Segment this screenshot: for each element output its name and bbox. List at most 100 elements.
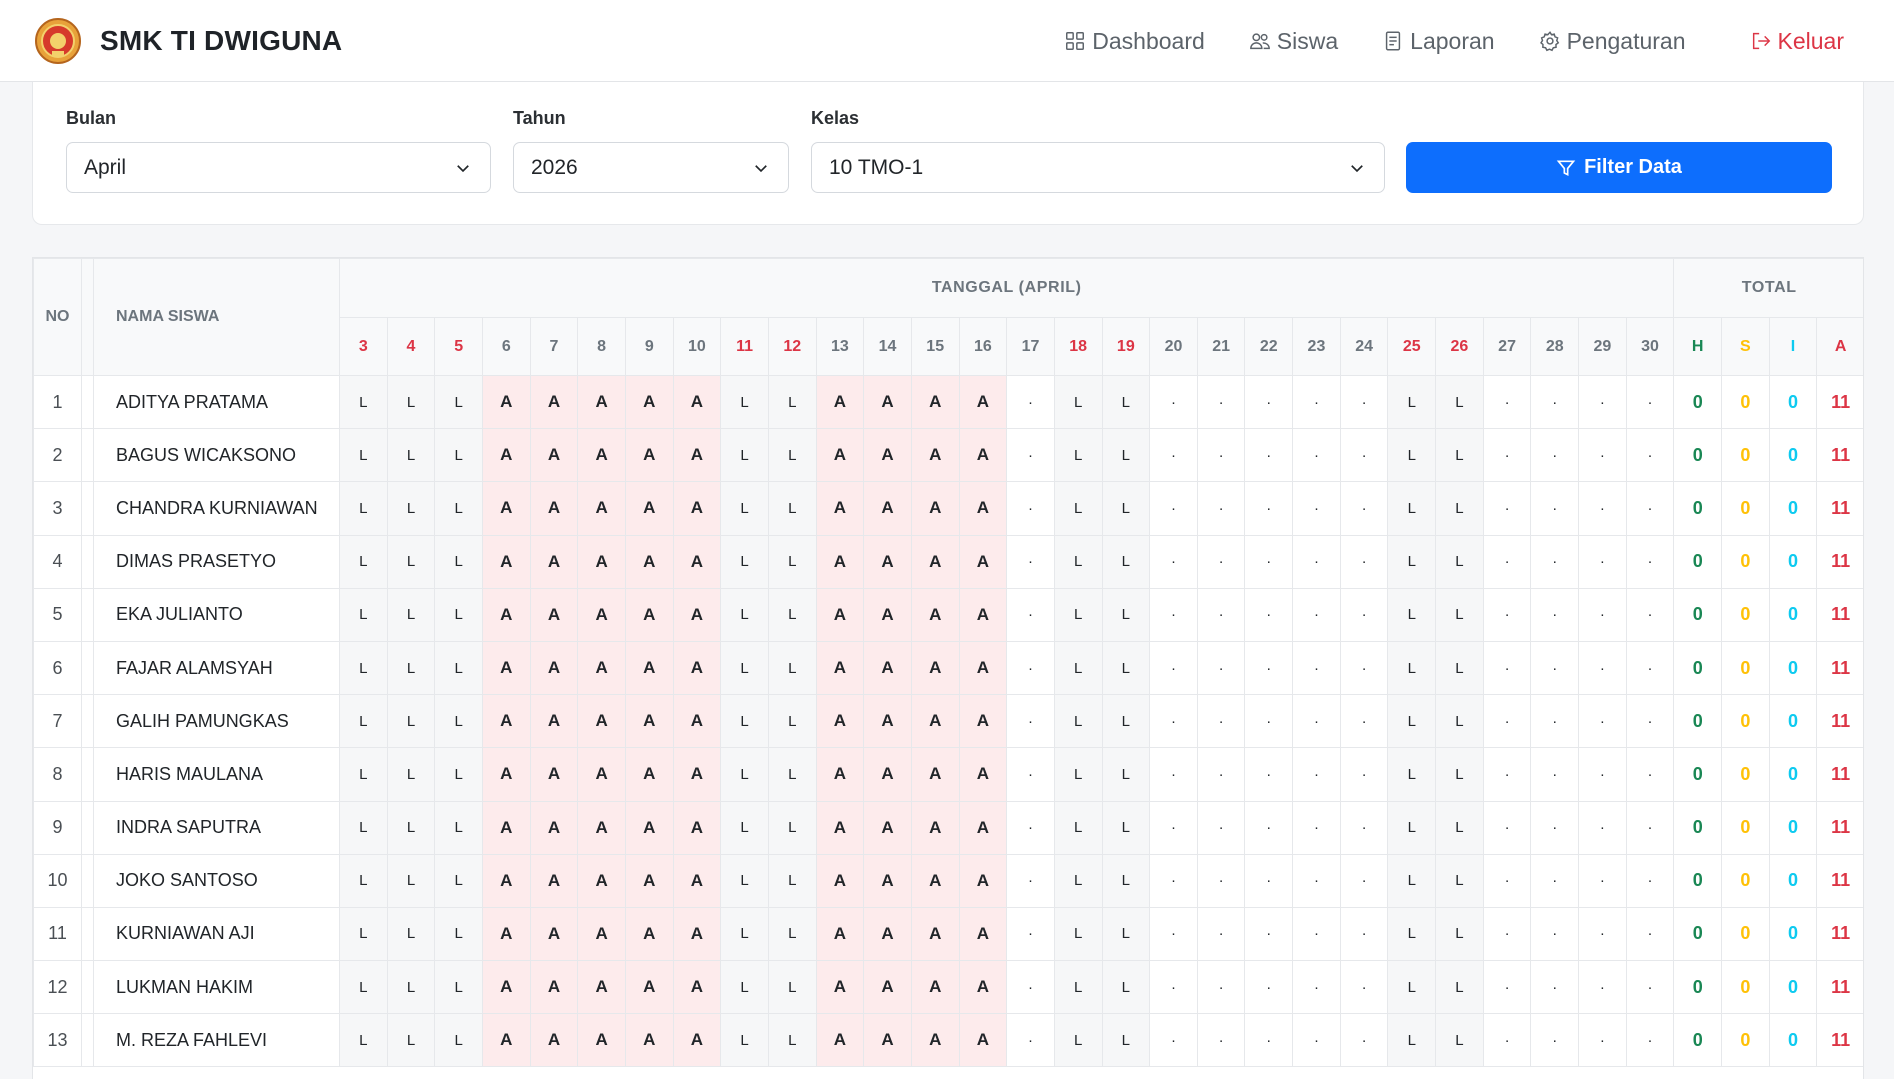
attendance-cell[interactable]: L	[1387, 481, 1437, 536]
attendance-cell[interactable]: L	[1053, 747, 1103, 802]
attendance-cell[interactable]: L	[720, 800, 769, 855]
attendance-cell[interactable]: L	[720, 481, 769, 536]
attendance-cell[interactable]: ·	[1578, 747, 1627, 802]
attendance-cell[interactable]: L	[1101, 694, 1151, 749]
attendance-cell[interactable]: L	[720, 960, 769, 1015]
attendance-cell[interactable]: A	[958, 481, 1008, 536]
attendance-cell[interactable]: A	[863, 800, 912, 855]
attendance-cell[interactable]: A	[672, 374, 722, 430]
attendance-cell[interactable]: L	[1053, 800, 1103, 855]
attendance-cell[interactable]: ·	[1625, 906, 1675, 962]
attendance-cell[interactable]: L	[1053, 428, 1103, 483]
attendance-cell[interactable]: A	[958, 747, 1008, 802]
attendance-cell[interactable]: ·	[1339, 374, 1389, 430]
attendance-cell[interactable]: ·	[1578, 800, 1627, 855]
attendance-cell[interactable]: ·	[1339, 534, 1389, 589]
attendance-cell[interactable]: L	[1101, 747, 1151, 802]
attendance-cell[interactable]: A	[672, 481, 722, 536]
attendance-cell[interactable]: L	[720, 747, 769, 802]
attendance-cell[interactable]: A	[863, 640, 912, 696]
attendance-cell[interactable]: L	[434, 428, 483, 483]
nav-laporan[interactable]: Laporan	[1382, 28, 1495, 55]
attendance-cell[interactable]: A	[481, 960, 531, 1015]
attendance-cell[interactable]: ·	[1006, 640, 1055, 696]
attendance-cell[interactable]: A	[958, 374, 1008, 430]
attendance-cell[interactable]: L	[339, 800, 388, 855]
attendance-cell[interactable]: L	[386, 906, 436, 962]
attendance-cell[interactable]: L	[386, 640, 436, 696]
attendance-cell[interactable]: L	[1053, 1013, 1103, 1068]
attendance-cell[interactable]: A	[624, 374, 674, 430]
attendance-cell[interactable]: ·	[1625, 1013, 1675, 1068]
attendance-cell[interactable]: L	[434, 906, 483, 962]
attendance-cell[interactable]: L	[1053, 534, 1103, 589]
attendance-cell[interactable]: A	[863, 428, 912, 483]
attendance-cell[interactable]: A	[577, 853, 626, 908]
attendance-cell[interactable]: A	[815, 800, 865, 855]
attendance-cell[interactable]: L	[720, 428, 769, 483]
attendance-cell[interactable]: ·	[1339, 587, 1389, 642]
attendance-cell[interactable]: A	[815, 640, 865, 696]
attendance-cell[interactable]: L	[434, 640, 483, 696]
attendance-cell[interactable]: ·	[1625, 428, 1675, 483]
attendance-cell[interactable]: L	[1053, 853, 1103, 908]
attendance-cell[interactable]: ·	[1006, 747, 1055, 802]
attendance-cell[interactable]: ·	[1339, 694, 1389, 749]
attendance-cell[interactable]: A	[624, 906, 674, 962]
attendance-cell[interactable]: A	[529, 374, 579, 430]
attendance-cell[interactable]: A	[529, 694, 579, 749]
attendance-cell[interactable]: L	[1435, 960, 1484, 1015]
attendance-cell[interactable]: A	[958, 906, 1008, 962]
attendance-cell[interactable]: ·	[1578, 534, 1627, 589]
attendance-cell[interactable]: ·	[1292, 960, 1341, 1015]
attendance-cell[interactable]: A	[672, 1013, 722, 1068]
attendance-cell[interactable]: A	[910, 640, 960, 696]
attendance-cell[interactable]: L	[339, 374, 388, 430]
attendance-cell[interactable]: L	[1053, 960, 1103, 1015]
attendance-cell[interactable]: L	[339, 747, 388, 802]
attendance-cell[interactable]: L	[339, 481, 388, 536]
attendance-cell[interactable]: A	[815, 960, 865, 1015]
attendance-cell[interactable]: ·	[1196, 428, 1246, 483]
attendance-cell[interactable]: ·	[1149, 853, 1198, 908]
attendance-cell[interactable]: L	[1101, 374, 1151, 430]
attendance-cell[interactable]: ·	[1196, 374, 1246, 430]
attendance-cell[interactable]: ·	[1149, 534, 1198, 589]
attendance-cell[interactable]: ·	[1292, 694, 1341, 749]
attendance-cell[interactable]: ·	[1578, 640, 1627, 696]
attendance-cell[interactable]: ·	[1196, 906, 1246, 962]
attendance-cell[interactable]: L	[1053, 374, 1103, 430]
attendance-cell[interactable]: ·	[1292, 1013, 1341, 1068]
attendance-cell[interactable]: A	[624, 481, 674, 536]
attendance-cell[interactable]: ·	[1006, 481, 1055, 536]
attendance-cell[interactable]: ·	[1578, 374, 1627, 430]
attendance-cell[interactable]: ·	[1482, 960, 1532, 1015]
filter-data-button[interactable]: Filter Data	[1406, 142, 1832, 193]
attendance-cell[interactable]: ·	[1625, 640, 1675, 696]
attendance-cell[interactable]: ·	[1244, 1013, 1294, 1068]
attendance-cell[interactable]: ·	[1244, 800, 1294, 855]
attendance-cell[interactable]: L	[1387, 534, 1437, 589]
attendance-cell[interactable]: L	[720, 853, 769, 908]
attendance-cell[interactable]: ·	[1196, 694, 1246, 749]
attendance-cell[interactable]: L	[434, 800, 483, 855]
attendance-cell[interactable]: A	[672, 960, 722, 1015]
attendance-cell[interactable]: L	[1101, 1013, 1151, 1068]
attendance-cell[interactable]: L	[1435, 374, 1484, 430]
attendance-cell[interactable]: A	[577, 640, 626, 696]
attendance-cell[interactable]: ·	[1196, 1013, 1246, 1068]
attendance-cell[interactable]: ·	[1149, 694, 1198, 749]
attendance-cell[interactable]: A	[672, 640, 722, 696]
attendance-cell[interactable]: A	[910, 481, 960, 536]
attendance-cell[interactable]: A	[910, 906, 960, 962]
attendance-cell[interactable]: L	[339, 853, 388, 908]
attendance-cell[interactable]: L	[1101, 428, 1151, 483]
attendance-cell[interactable]: A	[481, 853, 531, 908]
attendance-cell[interactable]: ·	[1625, 853, 1675, 908]
attendance-cell[interactable]: L	[1101, 906, 1151, 962]
attendance-cell[interactable]: L	[1053, 481, 1103, 536]
attendance-cell[interactable]: ·	[1530, 853, 1580, 908]
attendance-cell[interactable]: ·	[1625, 587, 1675, 642]
attendance-cell[interactable]: L	[339, 534, 388, 589]
attendance-cell[interactable]: A	[577, 374, 626, 430]
